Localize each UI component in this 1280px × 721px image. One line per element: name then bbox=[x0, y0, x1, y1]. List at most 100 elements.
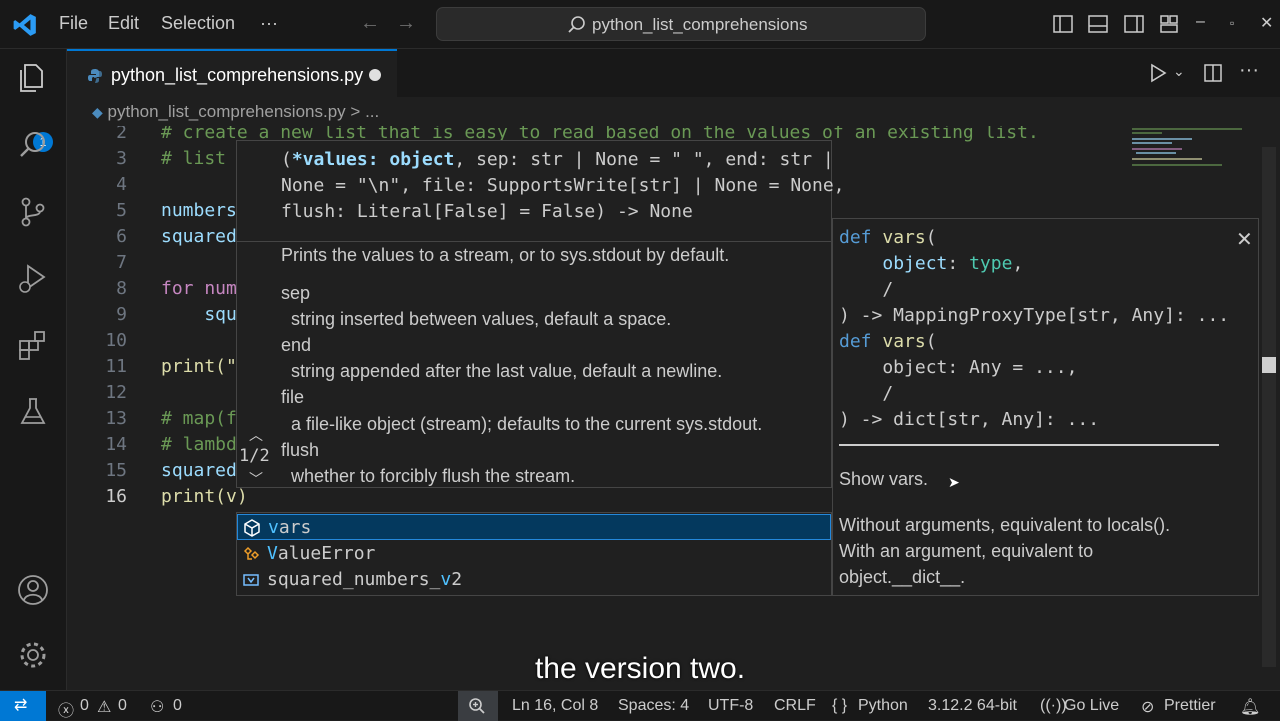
suggestion-list: vars ValueError squared_numbers_v2 bbox=[236, 512, 832, 596]
indentation[interactable]: Spaces: 4 bbox=[618, 697, 689, 715]
breadcrumb-symbols[interactable]: ... bbox=[365, 102, 379, 121]
close-window-icon[interactable]: ✕ bbox=[1260, 13, 1273, 33]
suggestion-item-squared-numbers-v2[interactable]: squared_numbers_v2 bbox=[237, 567, 831, 593]
search-icon bbox=[568, 16, 585, 33]
code-line: squ bbox=[161, 304, 237, 325]
suggestion-item-vars[interactable]: vars bbox=[237, 514, 831, 540]
customize-layout-icon[interactable] bbox=[1158, 13, 1180, 35]
toggle-primary-sidebar-icon[interactable] bbox=[1052, 13, 1074, 35]
language-braces-icon[interactable]: { } bbox=[832, 697, 847, 715]
testing-flask-icon[interactable] bbox=[16, 395, 50, 429]
restore-icon[interactable]: ▫ bbox=[1230, 16, 1234, 30]
suggestion-label: ValueError bbox=[267, 543, 376, 564]
line-number: 2 bbox=[116, 126, 127, 143]
line-number: 15 bbox=[105, 460, 127, 481]
details-body: With an argument, equivalent to bbox=[839, 541, 1094, 561]
menu-edit[interactable]: Edit bbox=[108, 13, 139, 34]
overload-line: / bbox=[839, 279, 894, 300]
toggle-secondary-sidebar-icon[interactable] bbox=[1123, 13, 1145, 35]
menu-file[interactable]: File bbox=[59, 13, 88, 34]
overload-line: ) -> MappingProxyType[str, Any]: ... bbox=[839, 305, 1230, 326]
param-desc: whether to forcibly flush the stream. bbox=[291, 466, 576, 486]
line-number: 5 bbox=[116, 200, 127, 221]
signature-line: (*values: object, sep: str | None = " ",… bbox=[281, 149, 834, 170]
scrollbar-thumb[interactable] bbox=[1262, 357, 1276, 373]
minimap[interactable] bbox=[1132, 128, 1242, 168]
warning-icon[interactable]: ⚠ bbox=[97, 697, 111, 717]
cursor-position[interactable]: Ln 16, Col 8 bbox=[512, 697, 598, 715]
chevron-down-icon[interactable]: ﹀ bbox=[249, 469, 263, 489]
forward-arrow-icon[interactable]: → bbox=[396, 12, 416, 35]
error-icon[interactable]: ⓧ bbox=[58, 697, 74, 721]
breadcrumb-file[interactable]: python_list_comprehensions.py bbox=[108, 102, 346, 121]
menu-selection[interactable]: Selection bbox=[161, 13, 235, 34]
python-interpreter[interactable]: 3.12.2 64-bit bbox=[928, 697, 1017, 715]
line-number-current: 16 bbox=[105, 486, 127, 507]
code-line: print(" bbox=[161, 356, 237, 377]
overload-line: object: type, bbox=[882, 253, 1024, 274]
source-control-icon[interactable] bbox=[16, 195, 50, 229]
divider bbox=[237, 241, 831, 242]
line-number: 11 bbox=[105, 356, 127, 377]
chevron-up-icon[interactable]: ︿ bbox=[249, 425, 263, 445]
accounts-icon[interactable] bbox=[16, 573, 50, 607]
zoom-icon bbox=[469, 698, 485, 714]
search-icon[interactable] bbox=[16, 129, 50, 163]
golive-icon[interactable]: ((·)) bbox=[1040, 697, 1067, 715]
ports-icon[interactable]: ⚇ bbox=[150, 697, 164, 717]
code-line: numbers bbox=[161, 200, 237, 221]
param-desc: a file-like object (stream); defaults to… bbox=[291, 414, 763, 434]
more-actions-icon[interactable]: ··· bbox=[1239, 59, 1259, 82]
remote-indicator[interactable]: ⇄ bbox=[0, 691, 46, 721]
run-python-file-icon[interactable] bbox=[1148, 63, 1168, 83]
split-editor-icon[interactable] bbox=[1203, 63, 1223, 83]
vertical-scrollbar[interactable] bbox=[1262, 147, 1276, 667]
explorer-icon[interactable] bbox=[16, 61, 50, 95]
vscode-logo-icon bbox=[13, 14, 36, 36]
prettier-icon[interactable]: ⊘ bbox=[1141, 697, 1154, 717]
line-number: 14 bbox=[105, 434, 127, 455]
command-center-search[interactable]: python_list_comprehensions bbox=[436, 7, 926, 41]
code-line: squared bbox=[161, 460, 237, 481]
line-number: 8 bbox=[116, 278, 127, 299]
run-dropdown-chevron-icon[interactable]: ⌄ bbox=[1173, 63, 1185, 80]
activity-bar: 1 bbox=[0, 49, 67, 690]
suggestion-label: vars bbox=[268, 517, 312, 538]
overload-line: object: Any = ..., bbox=[839, 357, 1078, 378]
line-number: 6 bbox=[116, 226, 127, 247]
python-file-icon bbox=[88, 69, 102, 83]
go-live-button[interactable]: Go Live bbox=[1064, 697, 1119, 715]
breadcrumb-separator: > bbox=[350, 102, 361, 121]
ports-count[interactable]: 0 bbox=[173, 697, 182, 715]
overload-line: def vars( bbox=[839, 331, 937, 352]
back-arrow-icon[interactable]: ← bbox=[360, 12, 380, 35]
overload-counter: 1/2 bbox=[239, 446, 270, 466]
param-name: file bbox=[281, 387, 305, 407]
close-icon[interactable]: ✕ bbox=[1236, 227, 1253, 252]
overload-line: / bbox=[839, 383, 894, 404]
error-count[interactable]: 0 bbox=[80, 697, 89, 715]
notifications-bell-icon[interactable]: 🔔︎ bbox=[1240, 697, 1260, 717]
line-number: 3 bbox=[116, 148, 127, 169]
code-line: for num bbox=[161, 278, 237, 299]
menu-more[interactable]: ··· bbox=[260, 13, 278, 34]
end-of-line[interactable]: CRLF bbox=[774, 697, 816, 715]
language-mode[interactable]: Python bbox=[858, 697, 908, 715]
signature-help-popup: (*values: object, sep: str | None = " ",… bbox=[236, 140, 845, 489]
param-name: end bbox=[281, 335, 312, 355]
run-debug-icon[interactable] bbox=[16, 261, 50, 295]
minimize-icon[interactable]: – bbox=[1196, 13, 1205, 31]
unsaved-dot-icon[interactable] bbox=[369, 69, 381, 81]
zoom-button[interactable] bbox=[458, 691, 498, 721]
extensions-icon[interactable] bbox=[16, 329, 50, 363]
prettier-status[interactable]: Prettier bbox=[1164, 697, 1216, 715]
param-name: sep bbox=[281, 283, 311, 303]
encoding[interactable]: UTF-8 bbox=[708, 697, 753, 715]
warning-count[interactable]: 0 bbox=[118, 697, 127, 715]
code-line: # map(f bbox=[161, 408, 237, 429]
video-caption: the version two. bbox=[534, 652, 746, 685]
tab-python-list-comprehensions[interactable]: python_list_comprehensions.py bbox=[67, 49, 397, 97]
suggestion-item-valueerror[interactable]: ValueError bbox=[237, 541, 831, 567]
class-icon bbox=[243, 546, 260, 560]
toggle-panel-icon[interactable] bbox=[1087, 13, 1109, 35]
